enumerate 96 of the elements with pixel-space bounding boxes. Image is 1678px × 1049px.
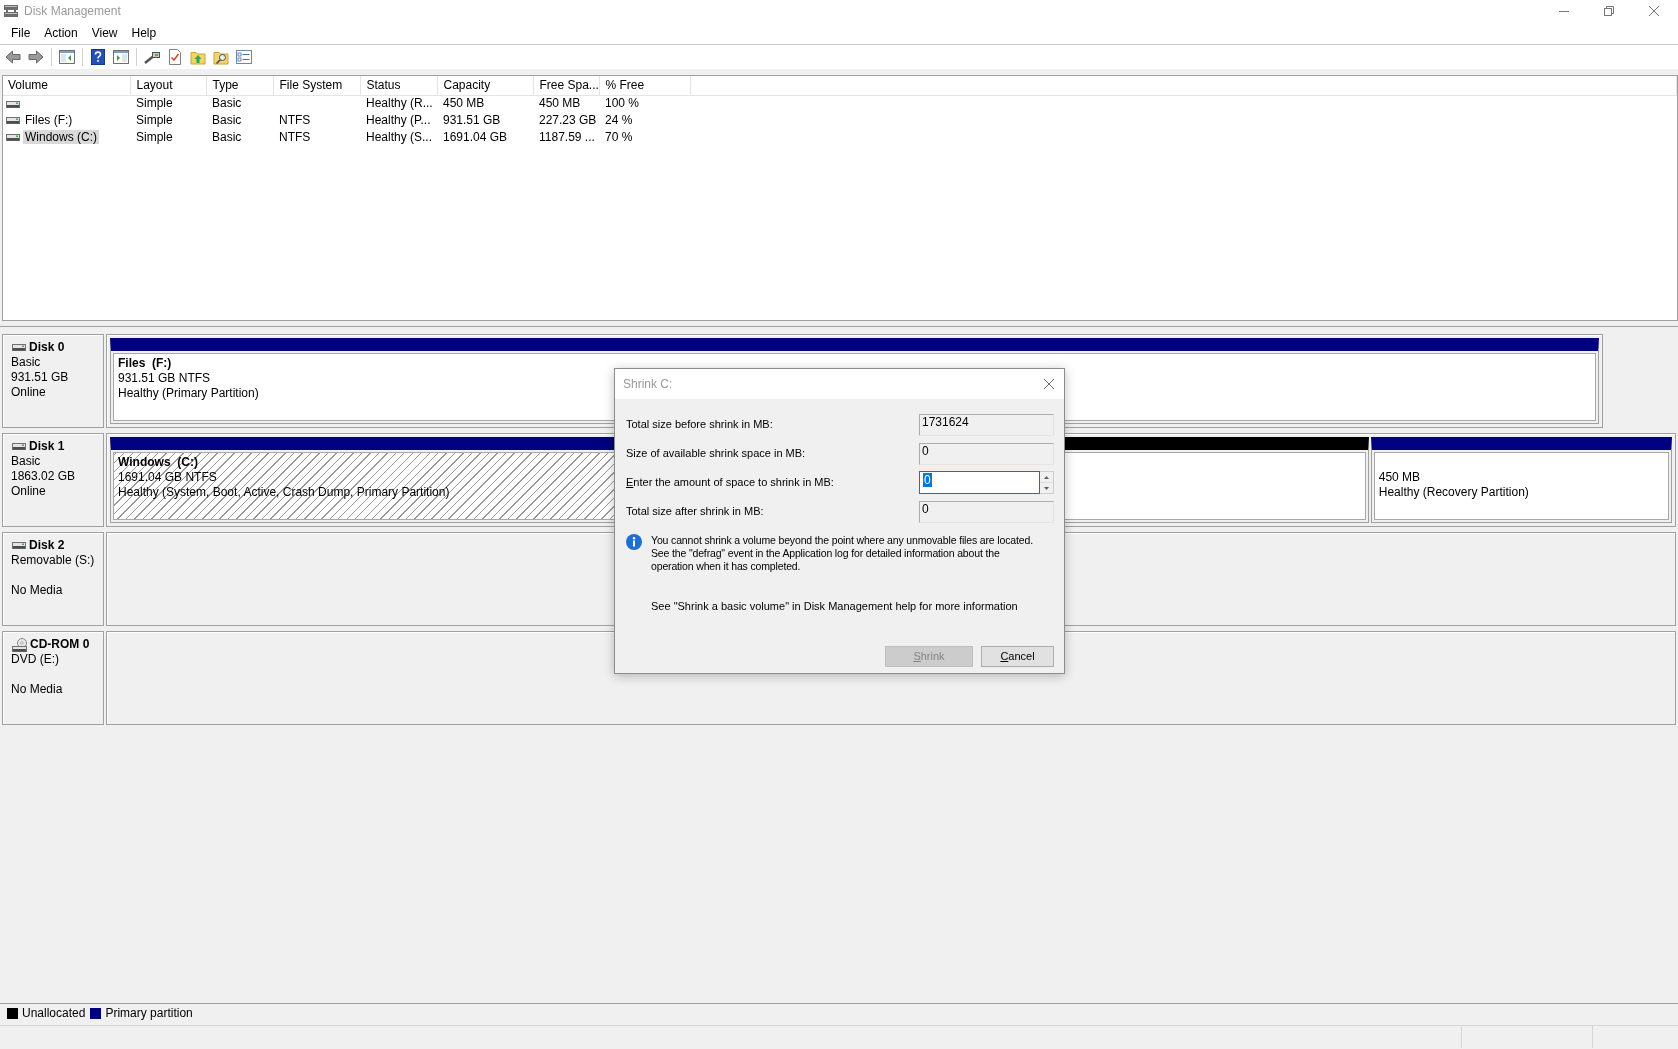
disk-detail: Online bbox=[11, 385, 46, 400]
disk-detail: Removable (S:) bbox=[11, 553, 95, 568]
partition-size: 450 MB bbox=[1378, 470, 1421, 485]
table-cell: 450 MB bbox=[437, 95, 533, 112]
partition-title: Windows (C:) bbox=[118, 455, 198, 470]
minimize-icon[interactable] bbox=[1559, 10, 1569, 12]
drive-icon bbox=[12, 542, 26, 549]
partition-title: Files (F:) bbox=[118, 356, 172, 371]
disk-name: Disk 1 bbox=[29, 439, 65, 454]
disk-name: Disk 0 bbox=[29, 340, 65, 355]
table-cell-text: 1187.59 ... bbox=[538, 129, 596, 146]
back-arrow-icon[interactable] bbox=[5, 49, 21, 65]
volume-name[interactable]: Files (F:) bbox=[23, 113, 75, 127]
partition-status: Healthy (System, Boot, Active, Crash Dump, Primary Partition) bbox=[118, 485, 450, 500]
partition-size: 931.51 GB NTFS bbox=[118, 371, 211, 386]
partition-status: Healthy (Primary Partition) bbox=[118, 386, 259, 401]
menu-item[interactable]: Action bbox=[37, 25, 85, 41]
table-cell-text: 24 % bbox=[604, 112, 634, 129]
column-header[interactable]: Capacity bbox=[437, 76, 533, 95]
table-cell-text: 931.51 GB bbox=[442, 112, 502, 129]
drive-icon bbox=[6, 134, 20, 142]
disk-detail: DVD (E:) bbox=[11, 652, 59, 667]
restore-icon[interactable] bbox=[1604, 6, 1614, 16]
window-title: Disk Management bbox=[24, 3, 121, 19]
table-cell-text: Basic bbox=[211, 129, 243, 146]
partition-size: 1691.04 GB NTFS bbox=[118, 470, 217, 485]
info-icon bbox=[626, 534, 642, 550]
table-cell-text: 1691.04 GB bbox=[442, 129, 509, 146]
panel-icon[interactable] bbox=[59, 49, 75, 65]
readonly-field: 0 bbox=[919, 500, 1054, 523]
menu-item[interactable]: View bbox=[84, 25, 125, 41]
table-cell-text: 227.23 GB bbox=[538, 112, 598, 129]
up-triangle-icon bbox=[1044, 475, 1049, 479]
table-cell: Simple bbox=[130, 95, 206, 112]
disk-detail: Basic bbox=[11, 355, 41, 370]
volume-name[interactable]: Windows (C:) bbox=[23, 130, 99, 144]
partition-block[interactable]: 450 MB Healthy (Recovery Partition) bbox=[1370, 437, 1672, 523]
drive-icon bbox=[12, 443, 26, 450]
column-header[interactable]: Free Spa... bbox=[533, 76, 599, 95]
close-icon[interactable] bbox=[1649, 6, 1659, 16]
drive-stack-icon bbox=[3, 4, 19, 18]
panel-icon[interactable] bbox=[113, 49, 129, 65]
dialog-button[interactable]: Cancel bbox=[981, 646, 1054, 667]
down-triangle-icon bbox=[1044, 486, 1049, 490]
table-cell: Basic bbox=[206, 95, 273, 112]
legend-label: Primary partition bbox=[105, 1006, 193, 1021]
disk-detail: No Media bbox=[11, 682, 63, 697]
table-cell-text: Basic bbox=[211, 112, 243, 129]
field-label: Enter the amount of space to shrink in MB: bbox=[626, 476, 834, 489]
table-cell-text: Healthy (S... bbox=[365, 129, 434, 146]
disk-detail: Online bbox=[11, 484, 46, 499]
spin-down-button[interactable] bbox=[1040, 482, 1053, 493]
help-text: See "Shrink a basic volume" in Disk Management help for more information bbox=[651, 600, 1018, 613]
close-icon[interactable] bbox=[1044, 379, 1054, 389]
legend-label: Unallocated bbox=[22, 1006, 86, 1021]
menu-item[interactable]: File bbox=[4, 25, 38, 41]
document-check-icon[interactable] bbox=[167, 49, 183, 65]
help-icon[interactable] bbox=[90, 49, 106, 65]
drive-icon bbox=[6, 117, 20, 125]
table-cell-text: 70 % bbox=[604, 129, 634, 146]
column-header[interactable]: % Free bbox=[599, 76, 690, 95]
dialog-title: Shrink C: bbox=[623, 377, 673, 391]
column-header[interactable]: Layout bbox=[130, 76, 206, 95]
disk-detail: 931.51 GB bbox=[11, 370, 69, 385]
table-cell: Healthy (R... bbox=[360, 95, 437, 112]
table-cell-text: Healthy (P... bbox=[365, 112, 432, 129]
cd-drive-icon bbox=[12, 637, 27, 652]
column-header[interactable]: Status bbox=[360, 76, 437, 95]
readonly-field: 0 bbox=[919, 442, 1054, 465]
forward-arrow-icon[interactable] bbox=[28, 49, 44, 65]
field-label: Size of available shrink space in MB: bbox=[626, 447, 806, 460]
folder-arrow-icon[interactable] bbox=[190, 49, 206, 65]
readonly-field: 1731624 bbox=[919, 413, 1054, 436]
table-cell-text: Simple bbox=[135, 112, 174, 129]
folder-search-icon[interactable] bbox=[213, 49, 229, 65]
plug-icon[interactable] bbox=[144, 49, 160, 65]
column-header[interactable]: Type bbox=[206, 76, 273, 95]
disk-detail: Basic bbox=[11, 454, 41, 469]
disk-name: Disk 2 bbox=[29, 538, 65, 553]
disk-detail: No Media bbox=[11, 583, 63, 598]
list-icon[interactable] bbox=[236, 49, 252, 65]
table-cell: 100 % bbox=[599, 95, 690, 112]
table-cell-text: NTFS bbox=[278, 112, 312, 129]
menu-item[interactable]: Help bbox=[124, 25, 164, 41]
drive-icon bbox=[12, 344, 26, 351]
table-cell-text: NTFS bbox=[278, 129, 312, 146]
disk-detail: 1863.02 GB bbox=[11, 469, 76, 484]
column-header[interactable]: File System bbox=[273, 76, 360, 95]
partition-status: Healthy (Recovery Partition) bbox=[1378, 485, 1529, 500]
info-text: You cannot shrink a volume beyond the point where any unmovable files are located. See the "defrag" event in the Application log for detailed information about the operation when it has completed. bbox=[651, 534, 1034, 573]
disk-name: CD-ROM 0 bbox=[30, 637, 90, 652]
field-label: Total size after shrink in MB: bbox=[626, 505, 764, 518]
table-cell: 450 MB bbox=[533, 95, 599, 112]
table-cell-text: Simple bbox=[135, 129, 174, 146]
number-input-field[interactable]: 0 bbox=[919, 471, 1040, 494]
column-header[interactable]: Volume bbox=[3, 76, 130, 95]
